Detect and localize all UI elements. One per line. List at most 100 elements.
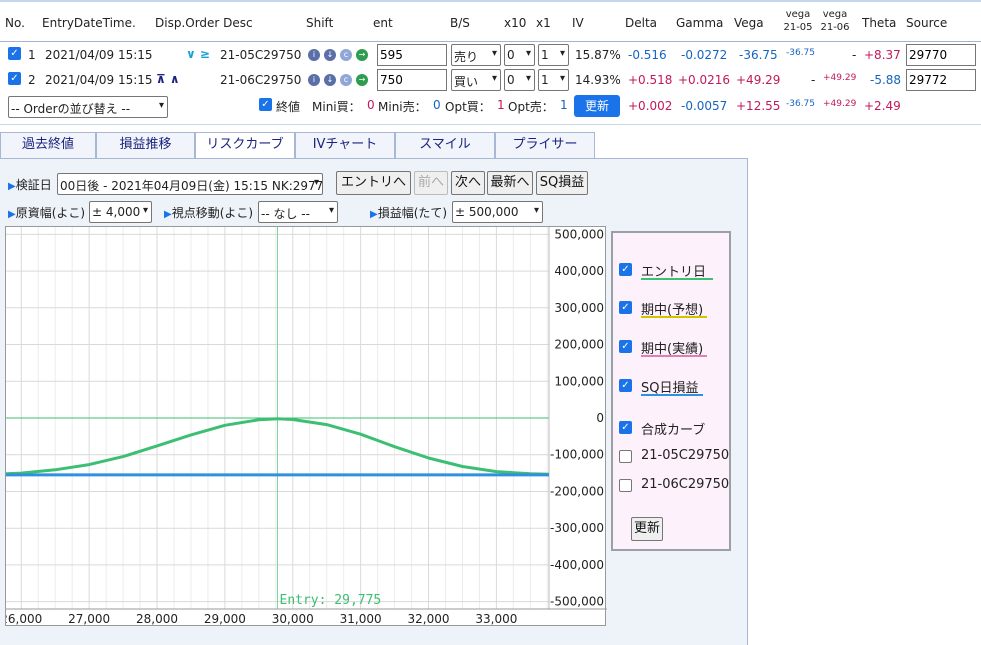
y-tick-label: 100,000: [554, 374, 604, 388]
tab-risk-curve[interactable]: リスクカーブ: [195, 132, 295, 159]
update-button[interactable]: 更新: [574, 95, 620, 117]
col-x10: x10: [504, 16, 527, 30]
order-vega: -36.75: [739, 48, 778, 62]
shift-down-icon[interactable]: ↓: [324, 74, 336, 86]
verify-date-label: ▶検証日: [8, 178, 52, 192]
opt-sell-label: Opt売：: [508, 100, 554, 114]
verify-date-select[interactable]: 00日後 - 2021年04月09日(金) 15:15 NK:29775 ▾: [57, 173, 323, 195]
sq-pl-button[interactable]: SQ損益: [536, 171, 588, 195]
col-disp-order: Disp.Order Desc: [155, 16, 253, 30]
x10-select[interactable]: 0 ▾: [504, 69, 535, 91]
legend-mid-actual-checkbox[interactable]: ✓: [619, 340, 632, 353]
x-tick-label: 28,000: [136, 612, 178, 626]
risk-curve-chart: 500,000 400,000 300,000 200,000 100,000 0 -100…: [0, 226, 607, 626]
y-tick-label: -400,000: [550, 558, 604, 572]
summary-row: -- Orderの並び替え -- ▾ ✓ 終値 Mini買： 0 Mini売： 0…: [0, 93, 981, 125]
order-direction-icon[interactable]: ∨ ≥: [186, 47, 210, 61]
ent-price-input[interactable]: [377, 69, 447, 91]
col-source: Source: [906, 16, 948, 30]
legend-mid-forecast-checkbox[interactable]: ✓: [619, 301, 632, 314]
shift-down-icon[interactable]: ↓: [324, 49, 336, 61]
source-input[interactable]: [906, 69, 976, 91]
latest-button[interactable]: 最新へ: [487, 171, 533, 195]
col-theta: Theta: [862, 16, 897, 30]
y-tick-label: -300,000: [550, 521, 604, 535]
source-input[interactable]: [906, 44, 976, 66]
total-vega: +12.55: [736, 99, 781, 113]
shift-info-icon[interactable]: i: [308, 74, 320, 86]
opt-sell-count: 1: [560, 98, 568, 112]
total-vega-2106: +49.29: [823, 99, 857, 109]
tab-pricer[interactable]: プライサー: [495, 132, 595, 158]
order-checkbox[interactable]: ✓: [8, 72, 21, 85]
shift-info-icon[interactable]: i: [308, 49, 320, 61]
total-gamma: -0.0057: [681, 99, 728, 113]
tab-smile[interactable]: スマイル: [395, 132, 495, 158]
legend-leg2-checkbox[interactable]: ✓: [619, 479, 632, 492]
x-tick-label: 31,000: [340, 612, 382, 626]
tab-iv-chart[interactable]: IVチャート: [295, 132, 395, 158]
shift-next-icon[interactable]: →: [356, 74, 368, 86]
order-gamma: +0.0216: [678, 73, 731, 87]
legend-sq-pl-checkbox[interactable]: ✓: [619, 379, 632, 392]
total-vega-2105: -36.75: [786, 99, 816, 109]
view-shift-select[interactable]: -- なし -- ▾: [258, 201, 338, 223]
pl-range-select[interactable]: ± 500,000 ▾: [452, 201, 543, 223]
order-vega-2105: -36.75: [786, 48, 816, 58]
tab-past-close[interactable]: 過去終値: [0, 132, 96, 158]
triangle-right-icon: ▶: [370, 209, 378, 220]
ent-price-input[interactable]: [377, 44, 447, 66]
order-sort-select[interactable]: -- Orderの並び替え -- ▾: [8, 96, 168, 118]
legend-entry-day-line: [641, 278, 713, 280]
bs-select[interactable]: 売り ▾: [451, 44, 501, 66]
legend-combined-checkbox[interactable]: ✓: [619, 421, 632, 434]
x1-select[interactable]: 1 ▾: [538, 44, 569, 66]
col-entry-datetime: EntryDateTime.: [42, 16, 136, 30]
x10-select[interactable]: 0 ▾: [504, 44, 535, 66]
order-datetime: 2021/04/09 15:15: [45, 48, 153, 62]
col-no: No.: [5, 16, 25, 30]
col-bs: B/S: [450, 16, 470, 30]
shift-copy-icon[interactable]: c: [340, 74, 352, 86]
prev-button[interactable]: 前へ: [414, 171, 448, 195]
order-checkbox[interactable]: ✓: [8, 47, 21, 60]
legend-mid-forecast-line: [641, 316, 707, 318]
order-row: ✓ 1 2021/04/09 15:15 ∨ ≥ 21-05C29750 i ↓…: [0, 42, 981, 68]
legend-entry-day-checkbox[interactable]: ✓: [619, 263, 632, 276]
next-button[interactable]: 次へ: [451, 171, 485, 195]
col-delta: Delta: [625, 16, 658, 30]
risk-curve-svg: 500,000 400,000 300,000 200,000 100,000 0 -100…: [0, 227, 607, 626]
col-vega-2105: vega 21-05: [783, 9, 813, 33]
x-tick-label: 32,000: [408, 612, 450, 626]
shift-copy-icon[interactable]: c: [340, 49, 352, 61]
legend-update-button[interactable]: 更新: [631, 517, 663, 541]
triangle-right-icon: ▶: [164, 209, 172, 220]
x-tick-label: 33,000: [475, 612, 517, 626]
x-tick-label: 29,000: [204, 612, 246, 626]
price-range-label: ▶原資幅(よこ): [8, 206, 86, 220]
tab-pl-history[interactable]: 損益推移: [96, 132, 195, 158]
x1-select[interactable]: 1 ▾: [538, 69, 569, 91]
y-tick-label: 500,000: [554, 227, 604, 241]
legend-leg1-label: 21-05C29750: [641, 448, 730, 463]
legend-leg1-checkbox[interactable]: ✓: [619, 450, 632, 463]
x-tick-label: 30,000: [272, 612, 314, 626]
y-tick-label: -200,000: [550, 484, 604, 498]
y-tick-label: 0: [596, 411, 604, 425]
y-tick-label: 400,000: [554, 264, 604, 278]
shift-next-icon[interactable]: →: [356, 49, 368, 61]
order-desc: 21-05C29750: [220, 48, 302, 62]
col-vega-2106: vega 21-06: [820, 9, 850, 33]
mini-buy-count: 0: [367, 98, 375, 112]
to-entry-button[interactable]: エントリへ: [336, 171, 411, 195]
closing-checkbox[interactable]: ✓: [259, 98, 272, 111]
order-direction-icon[interactable]: ⊼ ∧: [156, 72, 180, 86]
order-theta: +8.37: [864, 48, 901, 62]
price-range-select[interactable]: ± 4,000 ▾: [89, 201, 152, 223]
opt-buy-label: Opt買：: [445, 100, 491, 114]
order-vega-2106: -: [852, 48, 857, 62]
order-gamma: -0.0272: [681, 48, 728, 62]
col-gamma: Gamma: [676, 16, 724, 30]
bs-select[interactable]: 買い ▾: [451, 69, 501, 91]
x-tick-label: 26,000: [6, 612, 42, 626]
